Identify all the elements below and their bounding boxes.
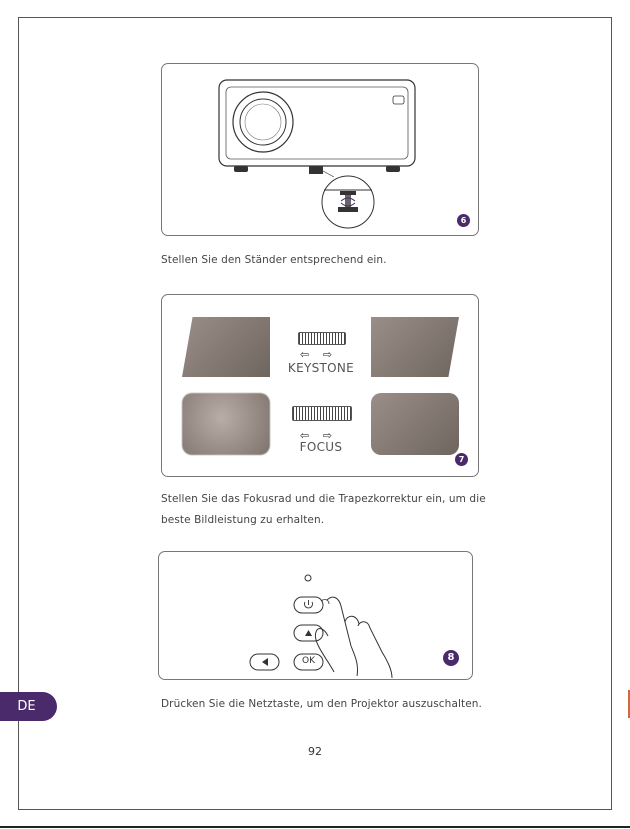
focus-dial	[292, 406, 352, 421]
focus-image-blurred	[182, 393, 270, 455]
ok-button-label: OK	[302, 656, 315, 666]
step-badge-7: 7	[455, 453, 468, 466]
bottom-rule	[0, 826, 630, 828]
keystone-dial	[298, 332, 346, 345]
keystone-image-right	[371, 317, 459, 377]
page-number: 92	[308, 745, 322, 758]
figure-focus-keystone: ⇦ ⇨ KEYSTONE ⇦ ⇨ FOCUS 7	[161, 294, 479, 477]
figure-stand-adjustment: 6	[161, 63, 479, 236]
focus-image-sharp	[371, 393, 459, 455]
keystone-arrows: ⇦ ⇨	[300, 348, 337, 361]
figure-power-button: OK 8	[158, 551, 473, 680]
keystone-label: KEYSTONE	[287, 361, 355, 375]
step-8-caption: Drücken Sie die Netztaste, um den Projek…	[161, 698, 482, 710]
projector-illustration	[218, 79, 416, 229]
step-badge-8: 8	[443, 650, 459, 666]
step-7-caption-line2: beste Bildleistung zu erhalten.	[161, 514, 325, 526]
step-badge-6: 6	[457, 214, 470, 227]
keystone-image-left	[182, 317, 270, 377]
step-7-caption-line1: Stellen Sie das Fokusrad und die Trapezk…	[161, 493, 486, 505]
focus-label: FOCUS	[299, 440, 343, 454]
language-tab: DE	[0, 692, 57, 721]
step-6-caption: Stellen Sie den Ständer entsprechend ein…	[161, 254, 387, 266]
